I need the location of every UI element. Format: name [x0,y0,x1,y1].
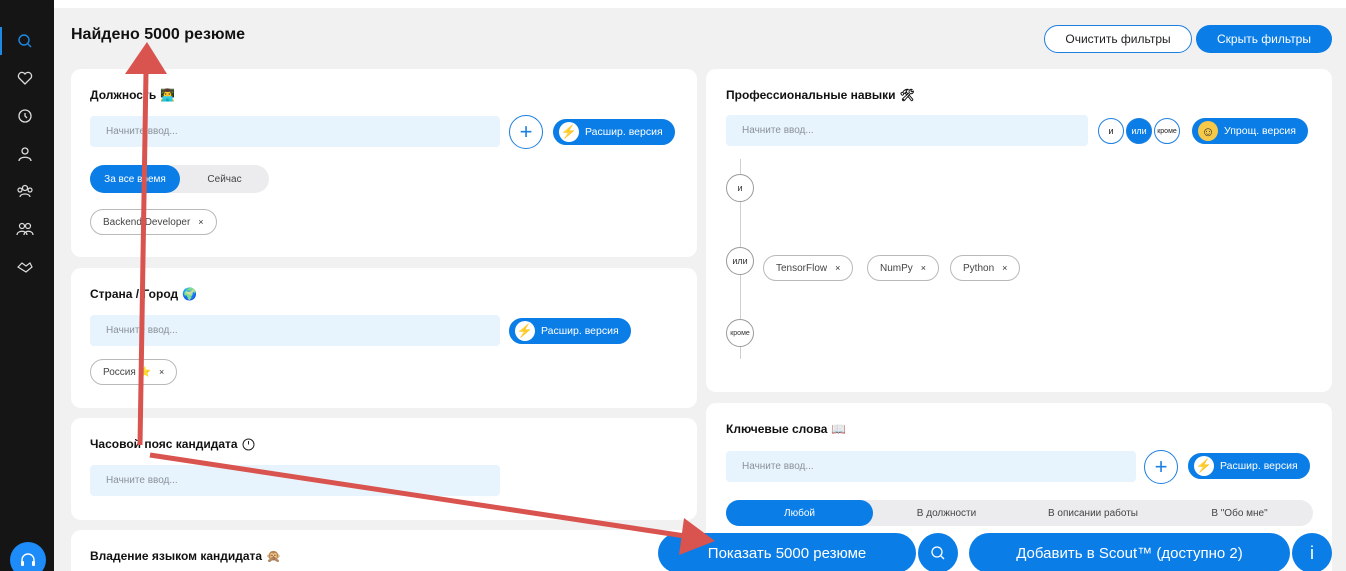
logic-and-button[interactable]: и [1098,118,1124,144]
developer-emoji-icon: 👨‍💻 [160,88,176,102]
keywords-extended-button[interactable]: ⚡ Расшир. версия [1188,453,1310,479]
skill-tag: Python × [950,255,1021,281]
keywords-input[interactable]: Начните ввод... [726,451,1136,482]
remove-tag-icon[interactable]: × [1002,263,1007,273]
keywords-scope-toggle: Любой В должности В описании работы В "О… [726,500,1313,526]
add-to-scout-button[interactable]: Добавить в Scout™ (доступно 2) [969,533,1290,571]
sidebar [0,0,54,571]
scope-about[interactable]: В "Обо мне" [1166,500,1313,526]
results-count: Найдено 5000 резюме [71,26,246,43]
hide-filters-button[interactable]: Скрыть фильтры [1196,25,1332,53]
location-tag-label: Россия ⭐ [103,366,152,378]
remove-tag-icon[interactable]: × [835,263,840,273]
group-and-label: и [726,174,754,202]
keywords-title-text: Ключевые слова [726,422,828,436]
group-except-label: кроме [726,319,754,347]
group-or-label: или [726,247,754,275]
location-input[interactable]: Начните ввод... [90,315,500,346]
handshake-icon[interactable] [12,254,38,280]
add-position-button[interactable]: + [509,115,543,149]
position-title-text: Должность [90,88,157,102]
timezone-input[interactable]: Начните ввод... [90,465,500,496]
location-title: Страна / Город 🌍 [90,287,197,301]
skills-title-text: Профессиональные навыки [726,88,896,102]
scope-description[interactable]: В описании работы [1020,500,1166,526]
lightning-icon: ⚡ [559,122,579,142]
position-title: Должность 👨‍💻 [90,88,175,102]
add-keyword-button[interactable]: + [1144,450,1178,484]
keywords-extended-label: Расшир. версия [1220,460,1298,472]
clear-filters-button[interactable]: Очистить фильтры [1044,25,1192,53]
book-emoji-icon: 📖 [831,422,847,436]
skill-tag-label: TensorFlow [776,262,828,274]
group-icon[interactable] [12,178,38,204]
timezone-title-text: Часовой пояс кандидата [90,437,238,451]
skills-card: Профессиональные навыки 🛠 Начните ввод..… [706,69,1332,392]
position-extended-button[interactable]: ⚡ Расшир. версия [553,119,675,145]
timezone-title: Часовой пояс кандидата [90,437,255,451]
language-card: Владение языком кандидата 🙊 [71,530,697,571]
search-icon[interactable] [12,28,38,54]
skill-tag: TensorFlow × [763,255,854,281]
logic-or-button[interactable]: или [1126,118,1152,144]
skill-tag-label: Python [963,262,995,274]
timezone-card: Часовой пояс кандидата Начните ввод... [71,418,697,520]
search-icon[interactable] [918,533,958,571]
location-title-text: Страна / Город [90,287,179,301]
scope-any[interactable]: Любой [726,500,873,526]
globe-emoji-icon: 🌍 [182,287,198,301]
user-icon[interactable] [12,141,38,167]
clock-icon [242,438,255,450]
remove-tag-icon[interactable]: × [159,367,164,377]
scope-title[interactable]: В должности [873,500,1020,526]
skills-simple-button[interactable]: ☺ Упрощ. версия [1192,118,1308,144]
smile-icon: ☺ [1198,121,1218,141]
heart-icon[interactable] [12,65,38,91]
location-tag: Россия ⭐ × [90,359,178,385]
position-input[interactable]: Начните ввод... [90,116,500,147]
remove-tag-icon[interactable]: × [198,217,203,227]
sidebar-active-indicator [0,27,2,55]
location-extended-label: Расшир. версия [541,325,619,337]
period-now[interactable]: Сейчас [180,165,269,193]
remove-tag-icon[interactable]: × [921,263,926,273]
language-title: Владение языком кандидата 🙊 [90,549,281,563]
position-tag-label: Backend Developer [103,216,191,228]
lightning-icon: ⚡ [515,321,535,341]
location-extended-button[interactable]: ⚡ Расшир. версия [509,318,631,344]
logic-except-button[interactable]: кроме [1154,118,1180,144]
language-title-text: Владение языком кандидата [90,549,263,563]
show-results-button[interactable]: Показать 5000 резюме [658,533,916,571]
skill-tag: NumPy × [867,255,940,281]
skills-input[interactable]: Начните ввод... [726,115,1088,146]
period-all-time[interactable]: За все время [90,165,180,193]
position-period-toggle: За все время Сейчас [90,165,269,193]
top-strip [54,0,1346,8]
team-icon[interactable] [12,216,38,242]
headset-icon[interactable] [10,542,46,571]
skill-tag-label: NumPy [880,262,913,274]
skills-simple-label: Упрощ. версия [1224,125,1296,137]
position-tag: Backend Developer × [90,209,217,235]
tools-emoji-icon: 🛠 [899,88,915,102]
position-card: Должность 👨‍💻 Начните ввод... + ⚡ Расшир… [71,69,697,257]
keywords-title: Ключевые слова 📖 [726,422,846,436]
tree-line [740,159,741,249]
info-button[interactable]: i [1292,533,1332,571]
lightning-icon: ⚡ [1194,456,1214,476]
location-card: Страна / Город 🌍 Начните ввод... ⚡ Расши… [71,268,697,408]
position-extended-label: Расшир. версия [585,126,663,138]
history-icon[interactable] [12,103,38,129]
monkey-emoji-icon: 🙊 [266,549,282,563]
skills-title: Профессиональные навыки 🛠 [726,88,915,102]
